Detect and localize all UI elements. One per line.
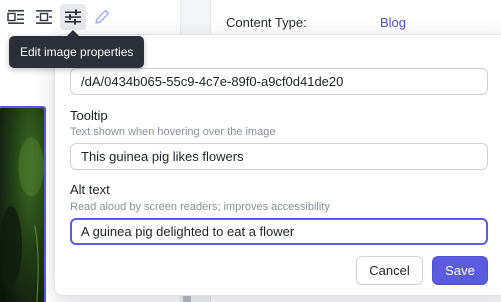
sliders-icon (65, 9, 81, 25)
cancel-button[interactable]: Cancel (356, 256, 423, 285)
image-photo (0, 108, 44, 302)
image-properties-dialog: /dA/0434b065-55c9-4c7e-89f0-a9cf0d41de20… (54, 34, 501, 296)
align-center-button[interactable] (31, 4, 57, 30)
edit-image-properties-tooltip: Edit image properties (9, 30, 145, 68)
align-left-icon (7, 10, 24, 24)
selected-image[interactable] (0, 106, 46, 302)
align-center-icon (36, 10, 52, 24)
alt-text-field-label: Alt text (70, 182, 110, 197)
alt-text-input[interactable]: A guinea pig delighted to eat a flower (70, 218, 488, 245)
tooltip-field-help: Text shown when hovering over the image (70, 126, 276, 138)
image-toolbar (0, 0, 130, 36)
align-left-button[interactable] (3, 4, 29, 30)
save-button[interactable]: Save (432, 256, 488, 285)
content-type-label: Content Type: (226, 15, 307, 30)
tooltip-input[interactable]: This guinea pig likes flowers (70, 143, 488, 170)
content-type-link[interactable]: Blog (380, 15, 406, 30)
pencil-icon (95, 9, 110, 24)
alt-text-field-help: Read aloud by screen readers; improves a… (70, 201, 330, 213)
image-source-field[interactable]: /dA/0434b065-55c9-4c7e-89f0-a9cf0d41de20 (70, 68, 488, 95)
edit-properties-button[interactable] (60, 4, 86, 30)
edit-image-button[interactable] (89, 4, 115, 30)
tooltip-field-label: Tooltip (70, 108, 108, 123)
